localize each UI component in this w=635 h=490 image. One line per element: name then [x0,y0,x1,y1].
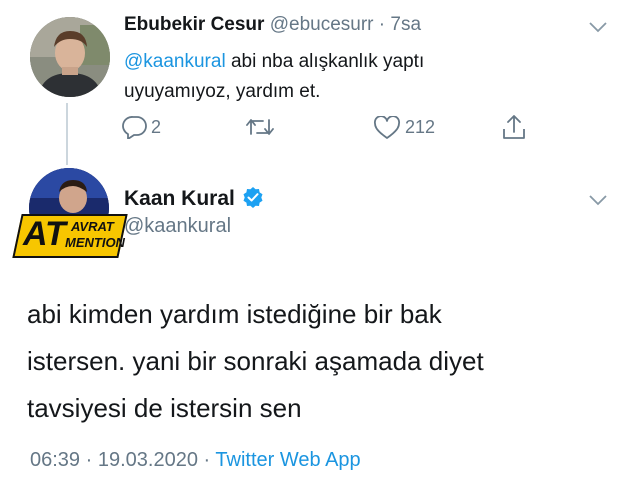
reply-author-handle[interactable]: @ebucesurr [270,14,374,35]
meta-separator-1: · [85,449,93,471]
main-author-handle[interactable]: @kaankural [124,215,231,238]
reply-tweet-text: @kaankural abi nba alışkanlık yaptı uyuy… [124,47,544,107]
main-tweet-meta: 06:39 · 19.03.2020 · Twitter Web App [30,449,361,472]
mention-link[interactable]: @kaankural [124,51,226,72]
verified-badge-icon [242,186,264,208]
reply-button[interactable] [122,115,148,139]
reply-icon [122,116,147,139]
reply-text-line2: uyuyamıyoz, yardım et. [124,81,321,102]
main-text-line1: abi kimden yardım istediğine bir bak [27,299,442,329]
meta-separator-2: · [203,449,211,471]
main-text-line3: tavsiyesi de istersin sen [27,393,302,423]
reply-author-name[interactable]: Ebubekir Cesur [124,14,264,35]
watermark-mention: MENTION [65,235,125,250]
like-button[interactable] [373,116,401,140]
reply-count: 2 [151,117,162,137]
main-author-name[interactable]: Kaan Kural [124,187,235,210]
share-button[interactable] [501,113,527,141]
tweet-time[interactable]: 06:39 [30,449,80,471]
avatar-ebubekir-image [30,17,110,97]
tweet-source-link[interactable]: Twitter Web App [215,449,360,471]
reply-separator: · [378,14,386,35]
thread-connector-line [66,103,68,165]
retweet-icon [246,119,274,135]
main-tweet-author: Kaan Kural [124,186,264,211]
main-chevron-down-icon[interactable] [588,193,608,207]
watermark-at: AT [23,215,66,253]
like-count: 212 [405,117,436,137]
avatar-ebubekir[interactable] [30,17,110,97]
share-icon [503,115,525,139]
reply-text-line1: abi nba alışkanlık yaptı [225,51,425,72]
chevron-down-icon[interactable] [588,20,608,34]
reply-time-ago[interactable]: 7sa [390,14,421,35]
watermark-avrat: AVRAT [71,219,114,234]
retweet-button[interactable] [245,116,275,138]
main-text-line2: istersen. yani bir sonraki aşamada diyet [27,346,484,376]
reply-tweet-header: Ebubekir Cesur @ebucesurr · 7sa [124,14,421,36]
main-tweet-text: abi kimden yardım istediğine bir bak ist… [27,291,617,432]
watermark-logo: AT AVRAT MENTION [12,210,128,258]
like-icon [374,116,400,139]
tweet-date[interactable]: 19.03.2020 [98,449,198,471]
